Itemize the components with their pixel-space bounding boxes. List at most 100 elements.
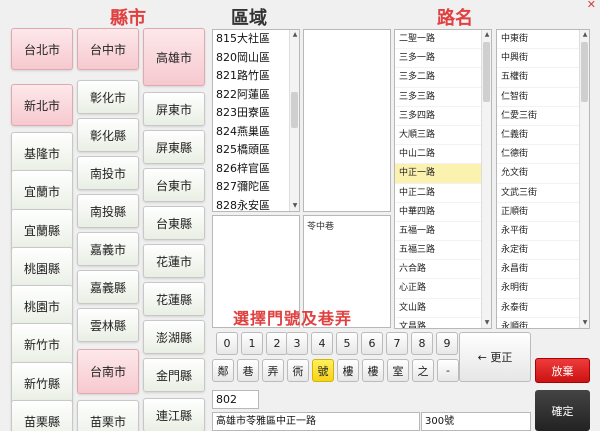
scroll-thumb[interactable] <box>483 42 490 102</box>
county-button[interactable]: 苗栗市 <box>77 400 139 431</box>
list-item[interactable]: 822阿蓮區 <box>213 86 299 105</box>
county-button[interactable]: 高雄市 <box>143 28 205 86</box>
county-button[interactable]: 台中市 <box>77 28 139 70</box>
county-button[interactable]: 新北市 <box>11 84 73 126</box>
list-item[interactable]: 三多二路 <box>395 68 491 88</box>
house-number-field[interactable]: 300號 <box>421 412 531 431</box>
digit-key-2[interactable]: 2 <box>266 332 288 355</box>
street-scrollbar[interactable]: ▲ ▼ <box>579 30 589 328</box>
list-item[interactable]: 828永安區 <box>213 197 299 212</box>
county-button[interactable]: 連江縣 <box>143 398 205 431</box>
scroll-up-icon[interactable]: ▲ <box>290 30 299 40</box>
list-item[interactable]: 827彌陀區 <box>213 178 299 197</box>
list-item[interactable]: 永昌街 <box>497 260 589 280</box>
list-item[interactable]: 三多一路 <box>395 49 491 69</box>
list-item[interactable]: 三多四路 <box>395 107 491 126</box>
list-item[interactable]: 仁愛三街 <box>497 107 589 126</box>
county-button[interactable]: 雲林縣 <box>77 308 139 342</box>
street-list[interactable]: 中東街 中興街 五權街 仁智街 仁愛三街 仁義街 仁德街 允文街 文武三街 正順… <box>496 29 590 329</box>
unit-key-dash[interactable]: - <box>437 359 459 382</box>
county-button[interactable]: 台北市 <box>11 28 73 70</box>
list-item[interactable]: 中正二路 <box>395 184 491 203</box>
area-list[interactable]: 815大社區 820岡山區 821路竹區 822阿蓮區 823田寮區 824燕巢… <box>212 29 300 212</box>
list-item[interactable]: 文山路 <box>395 299 491 318</box>
unit-key-neighborhood[interactable]: 鄰 <box>212 359 234 382</box>
scroll-thumb[interactable] <box>291 92 298 128</box>
list-item[interactable]: 820岡山區 <box>213 49 299 68</box>
list-item[interactable]: 仁智街 <box>497 88 589 107</box>
correct-button[interactable]: ← 更正 <box>459 332 531 382</box>
county-button[interactable]: 嘉義縣 <box>77 270 139 304</box>
county-button[interactable]: 台東市 <box>143 168 205 202</box>
digit-key-8[interactable]: 8 <box>411 332 433 355</box>
county-button[interactable]: 新竹縣 <box>11 362 73 404</box>
list-item[interactable]: 大順三路 <box>395 126 491 146</box>
list-item[interactable]: 五福一路 <box>395 222 491 242</box>
list-item[interactable]: 中華四路 <box>395 203 491 222</box>
scroll-up-icon[interactable]: ▲ <box>580 30 589 40</box>
scroll-down-icon[interactable]: ▼ <box>580 318 589 328</box>
area-scrollbar[interactable]: ▲ ▼ <box>289 30 299 211</box>
digit-key-3[interactable]: 3 <box>286 332 308 355</box>
county-button[interactable]: 南投縣 <box>77 194 139 228</box>
digit-key-6[interactable]: 6 <box>361 332 383 355</box>
county-button[interactable]: 彰化縣 <box>77 118 139 152</box>
digit-key-0[interactable]: 0 <box>216 332 238 355</box>
list-item[interactable]: 仁德街 <box>497 145 589 165</box>
list-item[interactable]: 文昌路 <box>395 318 491 328</box>
list-item[interactable]: 正順街 <box>497 203 589 222</box>
unit-key-room[interactable]: 室 <box>387 359 409 382</box>
county-button[interactable]: 屏東縣 <box>143 130 205 164</box>
county-button[interactable]: 花蓮縣 <box>143 282 205 316</box>
digit-key-4[interactable]: 4 <box>311 332 333 355</box>
county-button[interactable]: 桃園市 <box>11 285 73 327</box>
county-button[interactable]: 台南市 <box>77 349 139 394</box>
list-item[interactable]: 824燕巢區 <box>213 123 299 142</box>
list-item[interactable]: 心正路 <box>395 279 491 299</box>
list-item[interactable]: 826梓官區 <box>213 160 299 179</box>
give-up-button[interactable]: 放棄 <box>535 358 590 383</box>
list-item[interactable]: 中東街 <box>497 30 589 50</box>
number-input[interactable]: 802 <box>212 390 259 409</box>
list-item[interactable]: 允文街 <box>497 164 589 184</box>
scroll-thumb[interactable] <box>581 42 588 102</box>
list-item[interactable]: 永平街 <box>497 222 589 242</box>
list-item[interactable]: 永泰街 <box>497 299 589 318</box>
unit-key-alley[interactable]: 弄 <box>262 359 284 382</box>
list-item[interactable]: 六合路 <box>395 260 491 280</box>
list-item[interactable]: 五權街 <box>497 68 589 88</box>
list-item[interactable]: 821路竹區 <box>213 67 299 86</box>
list-item[interactable]: 三多三路 <box>395 88 491 107</box>
digit-key-1[interactable]: 1 <box>241 332 263 355</box>
county-button[interactable]: 台東縣 <box>143 206 205 240</box>
sub-area-box[interactable] <box>303 29 391 212</box>
county-button[interactable]: 嘉義市 <box>77 232 139 266</box>
county-button[interactable]: 宜蘭縣 <box>11 209 73 251</box>
county-button[interactable]: 金門縣 <box>143 358 205 392</box>
list-item[interactable]: 815大社區 <box>213 30 299 49</box>
unit-key-lane[interactable]: 巷 <box>237 359 259 382</box>
list-item[interactable]: 永定街 <box>497 241 589 261</box>
road-list[interactable]: 二聖一路 三多一路 三多二路 三多三路 三多四路 大順三路 中山二路 中正一路 … <box>394 29 492 329</box>
list-item[interactable]: 中興街 <box>497 49 589 69</box>
scroll-down-icon[interactable]: ▼ <box>290 201 299 211</box>
list-item[interactable]: 825橋頭區 <box>213 141 299 160</box>
digit-key-9[interactable]: 9 <box>436 332 458 355</box>
scroll-down-icon[interactable]: ▼ <box>482 318 491 328</box>
county-button[interactable]: 南投市 <box>77 156 139 190</box>
county-button[interactable]: 桃園縣 <box>11 247 73 289</box>
county-button[interactable]: 苗栗縣 <box>11 400 73 431</box>
unit-key-sub-alley[interactable]: 衖 <box>287 359 309 382</box>
list-item[interactable]: 永順街 <box>497 318 589 328</box>
county-button[interactable]: 基隆市 <box>11 132 73 174</box>
scroll-up-icon[interactable]: ▲ <box>482 30 491 40</box>
unit-key-floor[interactable]: 樓 <box>337 359 359 382</box>
unit-key-number[interactable]: 號 <box>312 359 334 382</box>
digit-key-5[interactable]: 5 <box>336 332 358 355</box>
address-field[interactable]: 高雄市苓雅區中正一路 <box>212 412 420 431</box>
list-item[interactable]: 823田寮區 <box>213 104 299 123</box>
county-button[interactable]: 屏東市 <box>143 92 205 126</box>
unit-key-of[interactable]: 之 <box>412 359 434 382</box>
county-button[interactable]: 花蓮市 <box>143 244 205 278</box>
list-item[interactable]: 仁義街 <box>497 126 589 146</box>
